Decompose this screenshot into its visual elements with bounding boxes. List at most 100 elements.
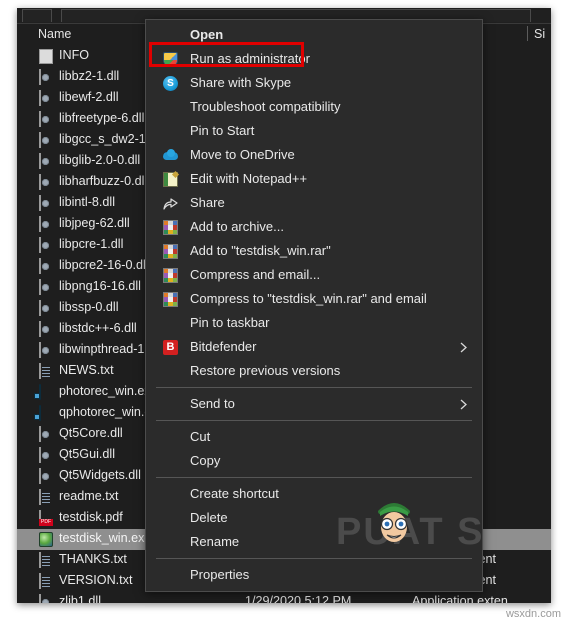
menu-item-run-as-administrator[interactable]: Run as administrator <box>146 47 482 71</box>
file-name: readme.txt <box>59 489 119 503</box>
menu-item-pin-to-taskbar[interactable]: Pin to taskbar <box>146 311 482 335</box>
menu-item-copy[interactable]: Copy <box>146 449 482 473</box>
column-divider-2[interactable] <box>527 26 528 41</box>
dll-file-icon <box>39 342 41 358</box>
file-name: testdisk.pdf <box>59 510 123 524</box>
dll-file-icon <box>39 468 41 484</box>
menu-item-share[interactable]: Share <box>146 191 482 215</box>
dll-file-icon <box>39 111 41 127</box>
dll-file-icon <box>39 258 41 274</box>
file-name: libglib-2.0-0.dll <box>59 153 141 167</box>
file-type: Application exten... <box>412 594 519 603</box>
file-name: libstdc++-6.dll <box>59 321 137 335</box>
skype-icon <box>163 76 178 91</box>
dll-file-icon <box>39 321 41 337</box>
blank-file-icon <box>39 49 53 64</box>
dll-file-icon <box>39 174 41 190</box>
menu-item-label: Create shortcut <box>190 486 279 501</box>
menu-item-label: Compress and email... <box>190 267 321 282</box>
dll-file-icon <box>39 69 41 85</box>
file-name: zlib1.dll <box>59 594 101 603</box>
menu-item-create-shortcut[interactable]: Create shortcut <box>146 482 482 506</box>
menu-separator <box>156 558 472 559</box>
menu-item-delete[interactable]: Delete <box>146 506 482 530</box>
chevron-right-icon <box>460 335 470 359</box>
file-name: libpcre2-16-0.dll <box>59 258 149 272</box>
menu-item-edit-with-notepad[interactable]: Edit with Notepad++ <box>146 167 482 191</box>
text-document-icon <box>39 552 41 568</box>
menu-item-label: Compress to "testdisk_win.rar" and email <box>190 291 427 306</box>
menu-item-label: Run as administrator <box>190 51 310 66</box>
pdf-file-icon <box>39 510 41 526</box>
bitdefender-icon <box>163 340 178 355</box>
file-name: libintl-8.dll <box>59 195 115 209</box>
file-name: Qt5Gui.dll <box>59 447 115 461</box>
menu-item-add-to-testdisk-win-rar[interactable]: Add to "testdisk_win.rar" <box>146 239 482 263</box>
menu-item-send-to[interactable]: Send to <box>146 392 482 416</box>
menu-item-restore-previous-versions[interactable]: Restore previous versions <box>146 359 482 383</box>
menu-separator <box>156 387 472 388</box>
dll-file-icon <box>39 279 41 295</box>
notepadpp-icon <box>163 172 178 187</box>
dll-file-icon <box>39 426 41 442</box>
menu-item-troubleshoot-compatibility[interactable]: Troubleshoot compatibility <box>146 95 482 119</box>
column-header-size[interactable]: Si <box>534 27 545 41</box>
winrar-icon <box>163 268 178 283</box>
file-name: INFO <box>59 48 90 62</box>
text-document-icon <box>39 573 41 589</box>
file-name: VERSION.txt <box>59 573 133 587</box>
photorec-app-icon <box>39 405 41 421</box>
file-name: libjpeg-62.dll <box>59 216 130 230</box>
menu-item-pin-to-start[interactable]: Pin to Start <box>146 119 482 143</box>
menu-item-properties[interactable]: Properties <box>146 563 482 587</box>
chevron-right-icon <box>460 392 470 416</box>
file-name: libfreetype-6.dll <box>59 111 145 125</box>
dll-file-icon <box>39 132 41 148</box>
menu-item-label: Restore previous versions <box>190 363 341 378</box>
dll-file-icon <box>39 195 41 211</box>
menu-item-compress-and-email[interactable]: Compress and email... <box>146 263 482 287</box>
file-row[interactable]: zlib1.dll 1/29/2020 5:12 PM Application ex… <box>17 592 551 603</box>
file-name: THANKS.txt <box>59 552 127 566</box>
menu-item-add-to-archive[interactable]: Add to archive... <box>146 215 482 239</box>
menu-item-bitdefender[interactable]: Bitdefender <box>146 335 482 359</box>
dll-file-icon <box>39 594 41 603</box>
dll-file-icon <box>39 90 41 106</box>
file-date: 1/29/2020 5:12 PM <box>245 594 352 603</box>
menu-item-label: Share with Skype <box>190 75 292 90</box>
menu-item-label: Edit with Notepad++ <box>190 171 308 186</box>
menu-item-label: Rename <box>190 534 240 549</box>
menu-item-move-to-onedrive[interactable]: Move to OneDrive <box>146 143 482 167</box>
dll-file-icon <box>39 153 41 169</box>
menu-item-label: Add to archive... <box>190 219 284 234</box>
context-menu: Open Run as administrator Share with Skype… <box>145 19 483 592</box>
menu-item-share-with-skype[interactable]: Share with Skype <box>146 71 482 95</box>
winrar-icon <box>163 292 178 307</box>
chrome-tab-small[interactable] <box>22 9 52 22</box>
photorec-app-icon <box>39 384 41 400</box>
menu-item-label: Copy <box>190 453 221 468</box>
menu-item-cut[interactable]: Cut <box>146 425 482 449</box>
text-document-icon <box>39 489 41 505</box>
winrar-icon <box>163 220 178 235</box>
column-header-name[interactable]: Name <box>38 27 71 41</box>
share-icon <box>163 196 178 211</box>
file-name: libewf-2.dll <box>59 90 119 104</box>
file-name: libssp-0.dll <box>59 300 119 314</box>
menu-item-compress-to-testdisk-win-rar-and-email[interactable]: Compress to "testdisk_win.rar" and email <box>146 287 482 311</box>
dll-file-icon <box>39 447 41 463</box>
file-name: libharfbuzz-0.dll <box>59 174 148 188</box>
menu-item-label: Send to <box>190 396 235 411</box>
file-name: NEWS.txt <box>59 363 114 377</box>
menu-separator <box>156 477 472 478</box>
dll-file-icon <box>39 237 41 253</box>
menu-item-label: Pin to Start <box>190 123 255 138</box>
menu-item-open[interactable]: Open <box>146 23 482 47</box>
dll-file-icon <box>39 216 41 232</box>
file-name: libpcre-1.dll <box>59 237 124 251</box>
menu-item-label: Delete <box>190 510 228 525</box>
dll-file-icon <box>39 300 41 316</box>
menu-item-rename[interactable]: Rename <box>146 530 482 554</box>
menu-item-label: Bitdefender <box>190 339 257 354</box>
file-name: Qt5Core.dll <box>59 426 123 440</box>
